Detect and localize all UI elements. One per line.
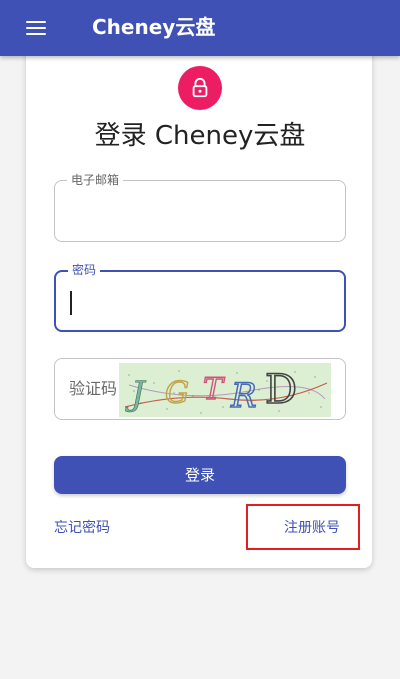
app-title: Cheney云盘 xyxy=(92,15,216,39)
text-caret xyxy=(70,291,72,315)
login-button[interactable]: 登录 xyxy=(54,456,346,494)
email-field[interactable]: 电子邮箱 xyxy=(54,172,346,242)
page-title: 登录 Cheney云盘 xyxy=(94,121,306,151)
lock-icon xyxy=(178,66,222,110)
captcha-field[interactable]: 验证码 J G T R D xyxy=(54,358,346,420)
password-field[interactable]: 密码 xyxy=(54,262,346,332)
captcha-image[interactable]: J G T R D xyxy=(119,363,331,417)
register-link[interactable]: 注册账号 xyxy=(284,518,340,538)
app-bar: Cheney云盘 xyxy=(0,0,400,56)
menu-icon[interactable] xyxy=(22,14,50,42)
email-label: 电子邮箱 xyxy=(67,172,124,188)
password-label: 密码 xyxy=(68,262,101,278)
svg-text:R: R xyxy=(230,376,257,416)
svg-text:D: D xyxy=(265,367,297,413)
captcha-placeholder: 验证码 xyxy=(69,379,118,398)
forgot-password-link[interactable]: 忘记密码 xyxy=(54,518,110,538)
svg-text:T: T xyxy=(203,372,225,407)
svg-text:G: G xyxy=(165,376,189,411)
